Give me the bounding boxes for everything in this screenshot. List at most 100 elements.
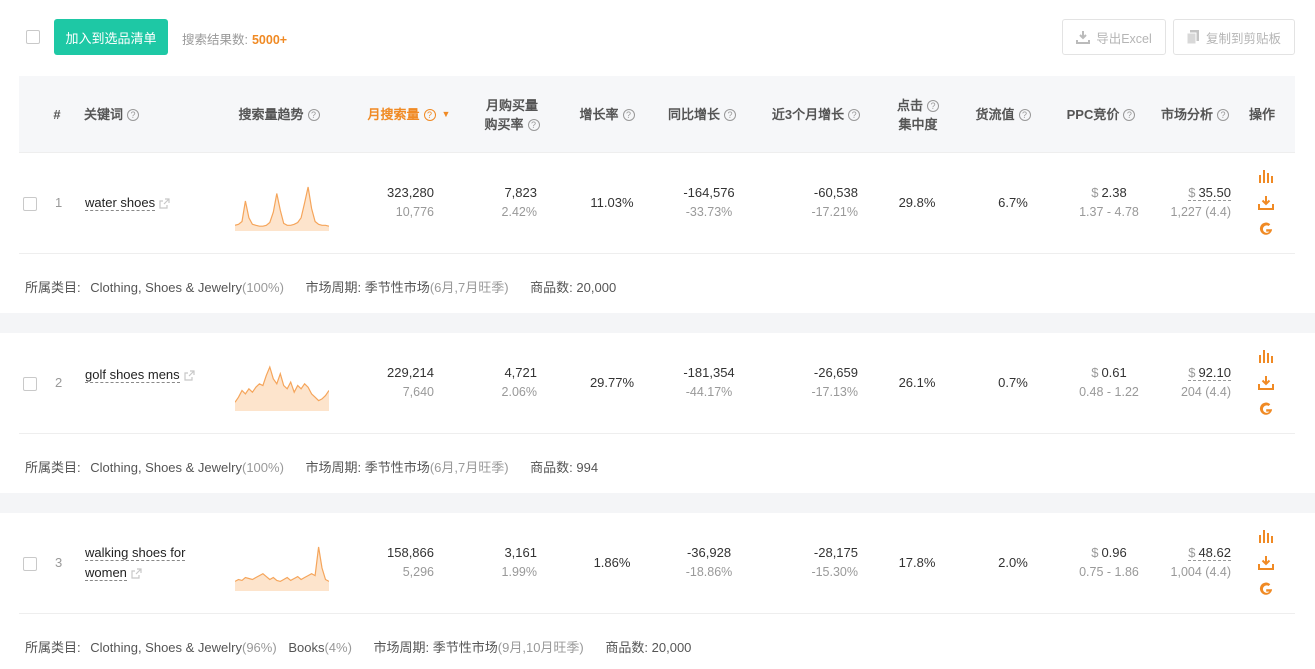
col-monthly-search[interactable]: 月搜索量? ▼ bbox=[359, 76, 459, 153]
sort-desc-icon[interactable]: ▼ bbox=[442, 105, 451, 124]
download-icon[interactable] bbox=[1258, 375, 1276, 401]
help-icon[interactable]: ? bbox=[1123, 108, 1136, 121]
row-actions bbox=[1258, 169, 1276, 247]
search-trend-sparkline[interactable] bbox=[235, 543, 329, 591]
flow-cell: 2.0% bbox=[998, 555, 1028, 570]
market-price-link[interactable]: $48.62 bbox=[1188, 545, 1231, 561]
toolbar: 加入到选品清单 搜索结果数: 5000+ 导出Excel 复制到剪贴板 bbox=[0, 18, 1315, 56]
bar-chart-icon[interactable] bbox=[1258, 349, 1276, 375]
keyword-link[interactable]: water shoes bbox=[85, 195, 156, 211]
select-all-checkbox[interactable] bbox=[26, 30, 40, 44]
google-icon[interactable] bbox=[1258, 401, 1276, 427]
download-icon[interactable] bbox=[1258, 195, 1276, 221]
external-link-icon[interactable] bbox=[184, 370, 195, 381]
download-icon bbox=[1076, 31, 1091, 44]
results-count: 搜索结果数: 5000+ bbox=[182, 33, 288, 47]
table-header: # 关键词? 搜索量趋势? 月搜索量? ▼ 月购买量 购买率? 增长率? 同比增长?… bbox=[19, 76, 1295, 153]
download-icon[interactable] bbox=[1258, 555, 1276, 581]
keyword-link[interactable]: golf shoes mens bbox=[85, 367, 180, 383]
row-meta: 所属类目: Clothing, Shoes & Jewelry(100%) 市场… bbox=[25, 460, 599, 475]
monthly-purchase-cell: 4,721 2.06% bbox=[501, 365, 537, 399]
keyword-cell: walking shoes for women bbox=[85, 543, 215, 583]
row-checkbox[interactable] bbox=[23, 557, 37, 571]
col-search-trend[interactable]: 搜索量趋势? bbox=[229, 76, 329, 153]
row-main: 2 golf shoes mens 229,214 7,640 4,721 2.06… bbox=[19, 333, 1295, 434]
yoy-cell: -181,354 -44.17% bbox=[683, 365, 735, 399]
trend-area bbox=[235, 187, 329, 231]
three-month-cell: -60,538 -17.21% bbox=[811, 185, 858, 219]
row-separator bbox=[0, 313, 1315, 333]
row-actions bbox=[1258, 349, 1276, 427]
help-icon[interactable]: ? bbox=[127, 108, 140, 121]
click-concentration-cell: 29.8% bbox=[898, 195, 936, 210]
add-to-selection-button[interactable]: 加入到选品清单 bbox=[54, 19, 168, 55]
row-index: 1 bbox=[55, 195, 63, 210]
search-trend-sparkline[interactable] bbox=[235, 183, 329, 231]
row-actions bbox=[1258, 529, 1276, 607]
monthly-search-cell: 158,866 5,296 bbox=[387, 545, 434, 579]
flow-cell: 0.7% bbox=[998, 375, 1028, 390]
click-concentration-cell: 17.8% bbox=[898, 555, 936, 570]
col-growth[interactable]: 增长率? bbox=[572, 76, 642, 153]
row-index: 3 bbox=[55, 555, 63, 570]
google-icon[interactable] bbox=[1258, 581, 1276, 607]
row-checkbox[interactable] bbox=[23, 377, 37, 391]
row-index: 2 bbox=[55, 375, 63, 390]
keyword-cell: water shoes bbox=[85, 193, 215, 213]
market-cell: $92.10 204 (4.4) bbox=[1180, 365, 1231, 399]
export-excel-button[interactable]: 导出Excel bbox=[1062, 19, 1166, 55]
monthly-search-cell: 323,280 10,776 bbox=[387, 185, 434, 219]
bar-chart-icon[interactable] bbox=[1258, 169, 1276, 195]
growth-cell: 11.03% bbox=[590, 195, 634, 210]
row-main: 3 walking shoes for women 158,866 5,296 3… bbox=[19, 513, 1295, 614]
external-link-icon[interactable] bbox=[159, 198, 170, 209]
market-cell: $48.62 1,004 (4.4) bbox=[1170, 545, 1231, 579]
growth-cell: 1.86% bbox=[593, 555, 631, 570]
row-main: 1 water shoes 323,280 10,776 7,823 2.42% 1… bbox=[19, 153, 1295, 254]
col-click-concentration[interactable]: 点击? 集中度 bbox=[889, 76, 947, 153]
help-icon[interactable]: ? bbox=[423, 108, 436, 121]
col-flow[interactable]: 货流值? bbox=[969, 76, 1037, 153]
market-price-link[interactable]: $35.50 bbox=[1188, 185, 1231, 201]
bar-chart-icon[interactable] bbox=[1258, 529, 1276, 555]
market-price-link[interactable]: $92.10 bbox=[1188, 365, 1231, 381]
external-link-icon[interactable] bbox=[131, 568, 142, 579]
help-icon[interactable]: ? bbox=[307, 108, 320, 121]
col-keyword[interactable]: 关键词? bbox=[84, 76, 204, 153]
help-icon[interactable]: ? bbox=[927, 99, 939, 112]
row-meta: 所属类目: Clothing, Shoes & Jewelry(96%) Boo… bbox=[25, 640, 692, 655]
help-icon[interactable]: ? bbox=[724, 108, 736, 121]
three-month-cell: -26,659 -17.13% bbox=[811, 365, 858, 399]
three-month-cell: -28,175 -15.30% bbox=[811, 545, 858, 579]
row-checkbox[interactable] bbox=[23, 197, 37, 211]
col-three-month[interactable]: 近3个月增长? bbox=[767, 76, 865, 153]
monthly-purchase-cell: 3,161 1.99% bbox=[501, 545, 537, 579]
col-yoy[interactable]: 同比增长? bbox=[662, 76, 742, 153]
row-separator bbox=[0, 493, 1315, 513]
flow-cell: 6.7% bbox=[998, 195, 1028, 210]
col-monthly-purchase[interactable]: 月购买量 购买率? bbox=[474, 76, 550, 153]
help-icon[interactable]: ? bbox=[1217, 108, 1229, 121]
monthly-purchase-cell: 7,823 2.42% bbox=[501, 185, 537, 219]
col-market[interactable]: 市场分析? bbox=[1153, 76, 1237, 153]
yoy-cell: -164,576 -33.73% bbox=[683, 185, 735, 219]
market-cell: $35.50 1,227 (4.4) bbox=[1170, 185, 1231, 219]
col-ppc[interactable]: PPC竞价? bbox=[1061, 76, 1141, 153]
search-trend-sparkline[interactable] bbox=[235, 363, 329, 411]
trend-area bbox=[235, 547, 329, 591]
keyword-cell: golf shoes mens bbox=[85, 365, 197, 385]
row-meta: 所属类目: Clothing, Shoes & Jewelry(100%) 市场… bbox=[25, 280, 617, 295]
help-icon[interactable]: ? bbox=[848, 108, 861, 121]
col-ops: 操作 bbox=[1248, 107, 1275, 122]
copy-clipboard-button[interactable]: 复制到剪贴板 bbox=[1173, 19, 1295, 55]
google-icon[interactable] bbox=[1258, 221, 1276, 247]
help-icon[interactable]: ? bbox=[622, 108, 635, 121]
copy-icon bbox=[1186, 30, 1199, 44]
col-index: # bbox=[53, 107, 61, 122]
yoy-cell: -36,928 -18.86% bbox=[685, 545, 733, 579]
growth-cell: 29.77% bbox=[589, 375, 635, 390]
help-icon[interactable]: ? bbox=[527, 118, 540, 131]
click-concentration-cell: 26.1% bbox=[898, 375, 936, 390]
help-icon[interactable]: ? bbox=[1018, 108, 1031, 121]
monthly-search-cell: 229,214 7,640 bbox=[387, 365, 434, 399]
